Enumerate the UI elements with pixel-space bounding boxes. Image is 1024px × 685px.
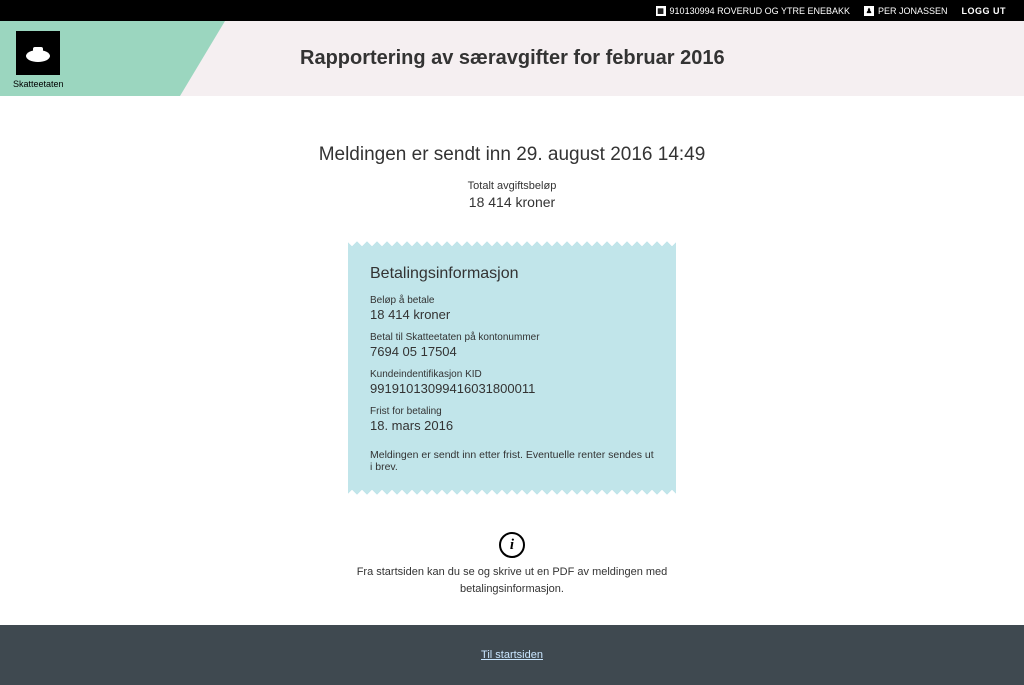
kid-value: 99191013099416031800011 (370, 381, 654, 396)
main-content: Meldingen er sendt inn 29. august 2016 1… (0, 96, 1024, 625)
curling-stone-icon (23, 36, 53, 71)
payment-card: Betalingsinformasjon Beløp å betale 18 4… (348, 240, 676, 496)
brand-logo[interactable] (16, 31, 60, 75)
user-context[interactable]: ♟ PER JONASSEN (864, 6, 948, 16)
org-context[interactable]: ▦ 910130994 ROVERUD OG YTRE ENEBAKK (656, 6, 850, 16)
info-text-line2: betalingsinformasjon. (460, 583, 564, 595)
receipt-edge-bottom (348, 489, 676, 496)
account-value: 7694 05 17504 (370, 344, 654, 359)
kid-label: Kundeindentifikasjon KID (370, 369, 654, 380)
account-label: Betal til Skatteetaten på kontonummer (370, 332, 654, 343)
total-label: Totalt avgiftsbeløp (0, 180, 1024, 192)
footer: Til startsiden (0, 625, 1024, 685)
total-value: 18 414 kroner (0, 194, 1024, 210)
user-icon: ♟ (864, 6, 874, 16)
org-label: 910130994 ROVERUD OG YTRE ENEBAKK (670, 6, 850, 16)
logout-link[interactable]: LOGG UT (962, 6, 1007, 16)
info-text-line1: Fra startsiden kan du se og skrive ut en… (357, 566, 668, 578)
user-name: PER JONASSEN (878, 6, 948, 16)
page-title: Rapportering av særavgifter for februar … (300, 47, 725, 70)
info-icon: i (499, 532, 525, 558)
deadline-label: Frist for betaling (370, 406, 654, 417)
info-block: i Fra startsiden kan du se og skrive ut … (0, 532, 1024, 597)
receipt-edge-top (348, 240, 676, 247)
deadline-value: 18. mars 2016 (370, 418, 654, 433)
amount-label: Beløp å betale (370, 295, 654, 306)
brand-name: Skatteetaten (13, 79, 64, 89)
sent-status: Meldingen er sendt inn 29. august 2016 1… (0, 144, 1024, 166)
payment-heading: Betalingsinformasjon (370, 265, 654, 283)
building-icon: ▦ (656, 6, 666, 16)
home-link[interactable]: Til startsiden (481, 649, 543, 661)
top-bar: ▦ 910130994 ROVERUD OG YTRE ENEBAKK ♟ PE… (0, 0, 1024, 21)
header-band: Skatteetaten Rapportering av særavgifter… (0, 21, 1024, 96)
amount-value: 18 414 kroner (370, 307, 654, 322)
late-note: Meldingen er sendt inn etter frist. Even… (370, 449, 654, 473)
